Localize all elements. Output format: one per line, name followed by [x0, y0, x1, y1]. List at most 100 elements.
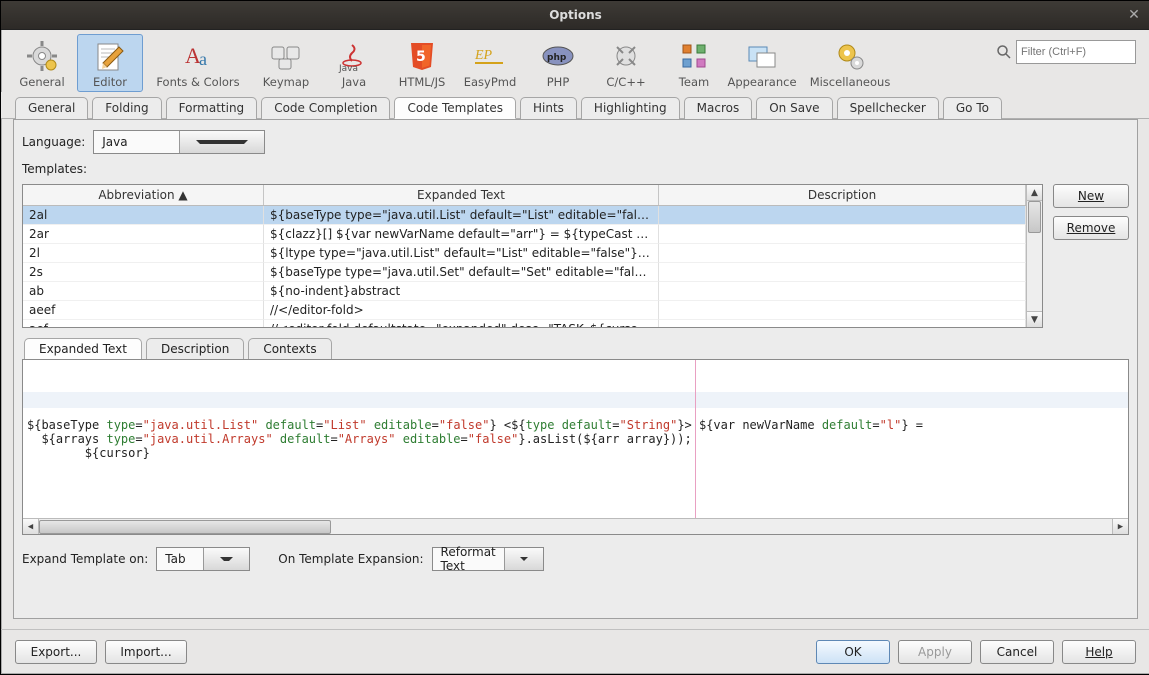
scroll-thumb[interactable]	[39, 520, 331, 534]
table-row[interactable]: ab${no-indent}abstract	[23, 282, 1026, 301]
new-button[interactable]: New	[1053, 184, 1129, 208]
chevron-down-icon[interactable]	[179, 131, 265, 153]
svg-text:EP: EP	[474, 48, 493, 63]
category-java[interactable]: Java Java	[321, 34, 387, 92]
col-abbrev[interactable]: Abbreviation ▲	[23, 185, 264, 205]
table-scrollbar[interactable]: ▲ ▼	[1026, 185, 1042, 327]
tab-hints[interactable]: Hints	[520, 97, 577, 119]
tab-code-templates[interactable]: Code Templates	[394, 97, 516, 119]
tab-description[interactable]: Description	[146, 338, 244, 359]
dialog-buttons: Export... Import... OK Apply Cancel Help	[1, 629, 1149, 674]
template-editor[interactable]: ${baseType type="java.util.List" default…	[22, 359, 1129, 535]
table-row[interactable]: 2ar${clazz}[] ${var newVarName default="…	[23, 225, 1026, 244]
easypmd-icon: EP	[473, 39, 507, 73]
options-window: Options ✕ General Editor Aa Fonts & Colo…	[0, 0, 1149, 675]
table-row[interactable]: aeef//</editor-fold>	[23, 301, 1026, 320]
expand-on-value: Tab	[157, 552, 203, 566]
window-title: Options	[1, 8, 1149, 22]
tab-go-to[interactable]: Go To	[943, 97, 1002, 119]
appearance-icon	[745, 39, 779, 73]
chevron-down-icon[interactable]	[504, 548, 543, 570]
editor-hscroll[interactable]: ◀ ▶	[23, 518, 1128, 534]
code-templates-panel: Language: Java Templates: Abbreviation ▲…	[13, 119, 1138, 619]
table-row[interactable]: 2al${baseType type="java.util.List" defa…	[23, 206, 1026, 225]
category-label: Miscellaneous	[810, 75, 891, 89]
tab-code-completion[interactable]: Code Completion	[261, 97, 390, 119]
svg-text:5: 5	[416, 49, 426, 65]
remove-button[interactable]: Remove	[1053, 216, 1129, 240]
detail-tabs: Expanded Text Description Contexts	[22, 338, 1129, 359]
filter-box	[996, 40, 1136, 64]
tab-spellchecker[interactable]: Spellchecker	[837, 97, 939, 119]
category-htmljs[interactable]: 5 HTML/JS	[389, 34, 455, 92]
svg-text:Java: Java	[338, 64, 358, 73]
table-row[interactable]: 2s${baseType type="java.util.Set" defaul…	[23, 263, 1026, 282]
margin-guide	[695, 360, 696, 518]
category-fonts[interactable]: Aa Fonts & Colors	[145, 34, 251, 92]
category-team[interactable]: Team	[661, 34, 727, 92]
misc-icon	[833, 39, 867, 73]
ok-button[interactable]: OK	[816, 640, 890, 664]
category-misc[interactable]: Miscellaneous	[797, 34, 903, 92]
titlebar: Options ✕	[1, 1, 1149, 30]
scroll-thumb[interactable]	[1028, 201, 1041, 233]
category-general[interactable]: General	[9, 34, 75, 92]
category-label: Appearance	[727, 75, 796, 89]
export-button[interactable]: Export...	[15, 640, 97, 664]
pencil-paper-icon	[93, 39, 127, 73]
expand-on-combo[interactable]: Tab	[156, 547, 250, 571]
svg-text:php: php	[547, 53, 567, 63]
tab-folding[interactable]: Folding	[92, 97, 161, 119]
tab-macros[interactable]: Macros	[684, 97, 753, 119]
table-row[interactable]: 2l${ltype type="java.util.List" default=…	[23, 244, 1026, 263]
category-label: C/C++	[606, 75, 645, 89]
table-header: Abbreviation ▲ Expanded Text Description	[23, 185, 1026, 206]
templates-table: Abbreviation ▲ Expanded Text Description…	[22, 184, 1043, 328]
table-row[interactable]: aef//<editor-fold defaultstate="expanded…	[23, 320, 1026, 327]
chevron-down-icon[interactable]	[203, 548, 250, 570]
cancel-button[interactable]: Cancel	[980, 640, 1054, 664]
java-icon: Java	[337, 39, 371, 73]
tab-contexts[interactable]: Contexts	[248, 338, 331, 359]
tab-expanded-text[interactable]: Expanded Text	[24, 338, 142, 359]
gear-icon	[25, 39, 59, 73]
import-button[interactable]: Import...	[105, 640, 187, 664]
category-ccpp[interactable]: C/C++	[593, 34, 659, 92]
scroll-up-icon[interactable]: ▲	[1027, 185, 1042, 201]
category-label: Keymap	[263, 75, 309, 89]
close-icon[interactable]: ✕	[1124, 5, 1144, 25]
category-easypmd[interactable]: EP EasyPmd	[457, 34, 523, 92]
expand-on-label: Expand Template on:	[22, 552, 148, 566]
fonts-icon: Aa	[181, 39, 215, 73]
col-expanded[interactable]: Expanded Text	[264, 185, 659, 205]
tab-on-save[interactable]: On Save	[756, 97, 832, 119]
on-expansion-combo[interactable]: Reformat Text	[432, 547, 544, 571]
editor-tabs: General Folding Formatting Code Completi…	[1, 92, 1149, 119]
category-label: General	[19, 75, 64, 89]
tab-general[interactable]: General	[15, 97, 88, 119]
category-label: Fonts & Colors	[156, 75, 239, 89]
on-expansion-value: Reformat Text	[433, 545, 504, 573]
language-value: Java	[94, 135, 179, 149]
col-description[interactable]: Description	[659, 185, 1026, 205]
category-label: Team	[679, 75, 709, 89]
keyboard-icon	[269, 39, 303, 73]
category-editor[interactable]: Editor	[77, 34, 143, 92]
scroll-right-icon[interactable]: ▶	[1112, 519, 1128, 534]
templates-label: Templates:	[22, 162, 87, 176]
category-label: Java	[342, 75, 366, 89]
team-icon	[677, 39, 711, 73]
php-icon: php	[541, 39, 575, 73]
category-bar: General Editor Aa Fonts & Colors Keymap …	[1, 30, 1149, 92]
scroll-left-icon[interactable]: ◀	[23, 519, 39, 534]
tab-formatting[interactable]: Formatting	[166, 97, 258, 119]
category-php[interactable]: php PHP	[525, 34, 591, 92]
language-combo[interactable]: Java	[93, 130, 265, 154]
search-icon	[996, 44, 1012, 60]
help-button[interactable]: Help	[1062, 640, 1136, 664]
category-appearance[interactable]: Appearance	[729, 34, 795, 92]
scroll-down-icon[interactable]: ▼	[1027, 311, 1042, 327]
filter-input[interactable]	[1016, 40, 1136, 64]
tab-highlighting[interactable]: Highlighting	[581, 97, 680, 119]
category-keymap[interactable]: Keymap	[253, 34, 319, 92]
